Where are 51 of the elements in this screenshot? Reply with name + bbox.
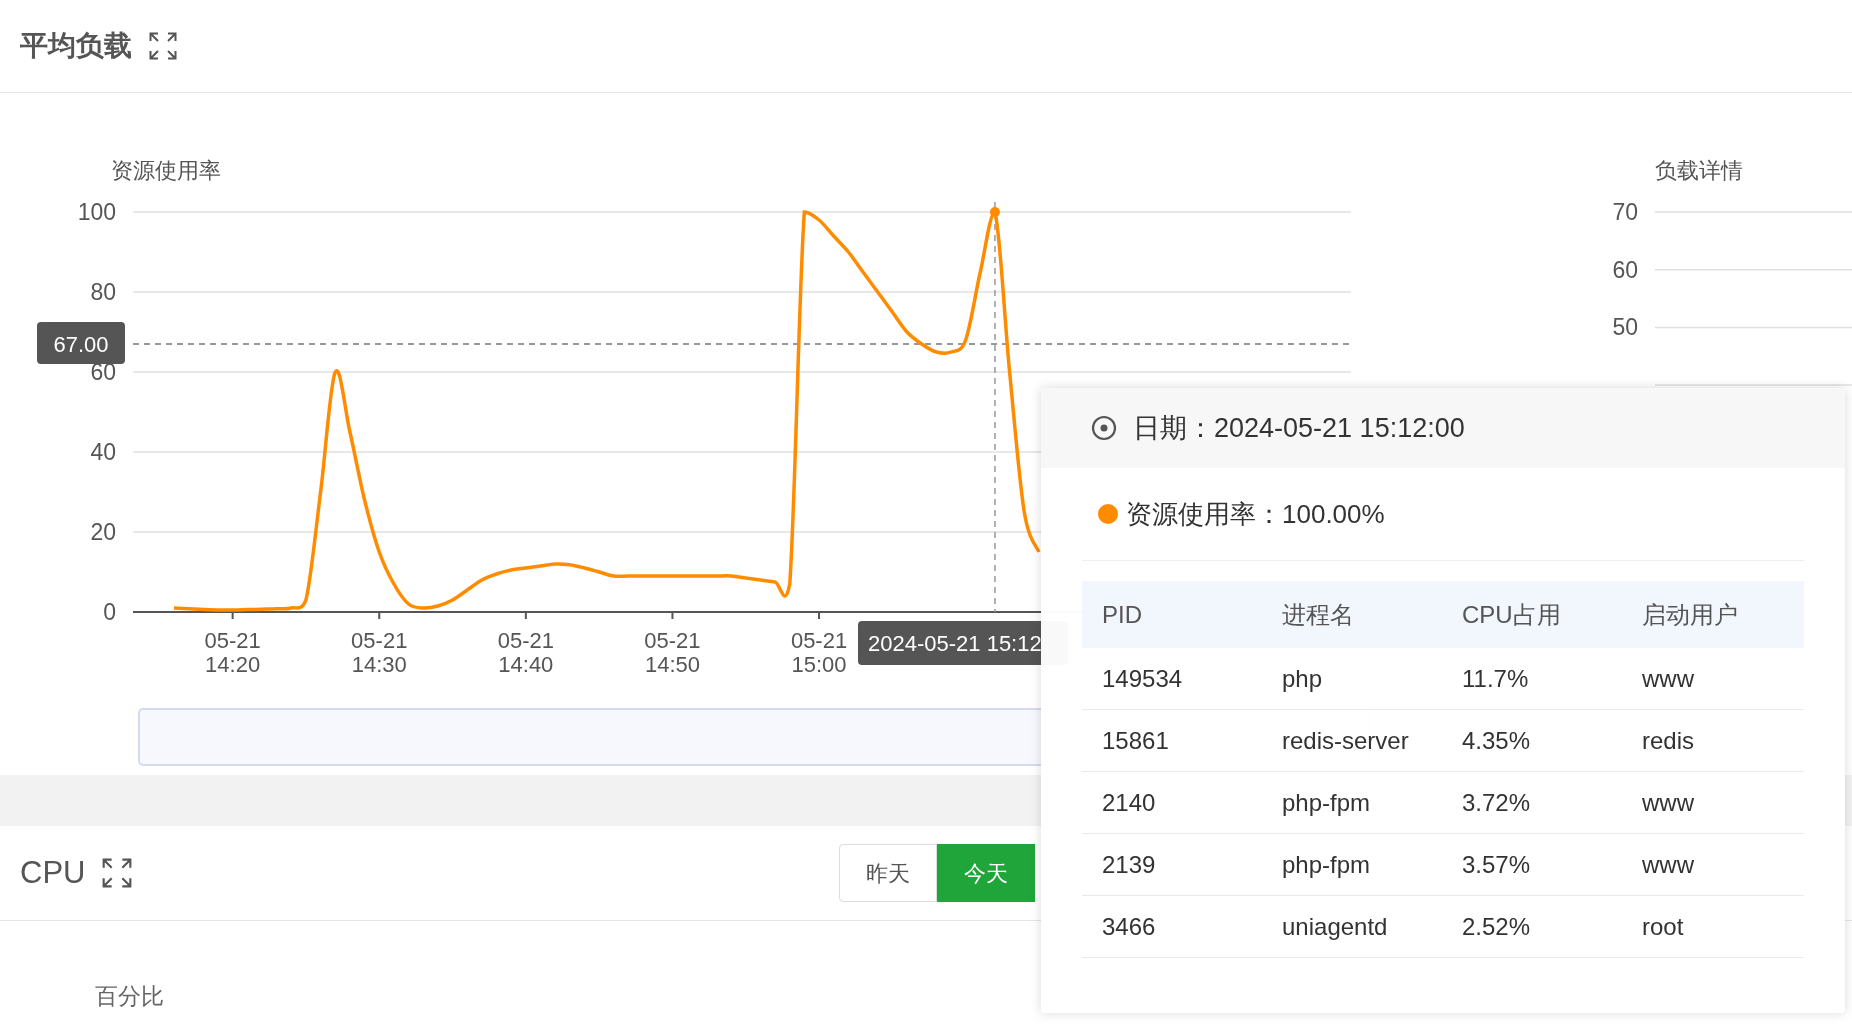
axis-label: 20 [90,519,116,545]
table-cell-text: php-fpm [1281,849,1372,880]
axis-label: 0 [103,599,116,625]
table-cell-text: redis [1641,725,1696,756]
table-cell-text: uniagentd [1281,911,1389,942]
table-cell-text: 15861 [1101,725,1170,756]
table-cell-text: 3.57% [1461,849,1532,880]
tooltip-title: 日期：2024-05-21 15:12:00 [1133,411,1465,445]
panel-title: CPU [20,853,86,892]
table-cell-text: www [1641,787,1695,818]
table-cell-text: php [1281,663,1324,694]
axis-label: 70 [1612,199,1638,225]
table-cell-text: 149534 [1101,663,1184,694]
table-cell-text: redis-server [1281,725,1410,756]
axis-label: 05-21 14:40 [497,628,554,677]
table-cell-text: www [1641,663,1695,694]
axis-label: 05-21 14:30 [351,628,408,677]
threshold-label: 67.00 [37,322,125,364]
table-cell-text: www [1641,849,1695,880]
target-icon [1091,415,1117,441]
table-cell-text: 3466 [1101,911,1157,942]
axis-label: 05-21 14:50 [644,628,701,677]
axis-title: 百分比 [95,983,164,1009]
table-cell-text: 2139 [1101,849,1157,880]
axis-label: 05-21 15:00 [790,628,848,677]
expand-icon[interactable] [101,857,134,889]
panel-title: 平均负载 [20,29,132,63]
table-cell-text: 4.35% [1461,725,1532,756]
data-point [989,207,1000,217]
table-cell-text: 11.7% [1461,663,1530,694]
table-cell-text: 3.72% [1461,787,1532,818]
column-header: PID [1101,599,1143,630]
table-cell-text: 2.52% [1461,911,1532,942]
table-cell-text: php-fpm [1281,787,1372,818]
table-cell-text: root [1641,911,1685,942]
table-cell-text: 2140 [1101,787,1157,818]
axis-label: 80 [90,279,116,305]
range-button[interactable]: 昨天 [839,844,937,902]
series-value: 资源使用率：100.00% [1126,497,1385,531]
axis-label: 50 [1612,314,1638,341]
axis-label: 60 [1612,256,1638,283]
axis-title: 资源使用率 [111,158,221,183]
axis-label: 05-21 14:20 [204,628,261,677]
column-header: 启动用户 [1641,599,1739,630]
column-header: 进程名 [1281,599,1355,630]
ref-line-label: 67.00 [53,332,109,357]
axis-label: 40 [90,439,116,465]
expand-icon[interactable] [148,31,178,61]
column-header: CPU占用 [1461,599,1562,630]
axis-label: 100 [77,199,116,225]
axis-title: 负载详情 [1655,158,1743,183]
